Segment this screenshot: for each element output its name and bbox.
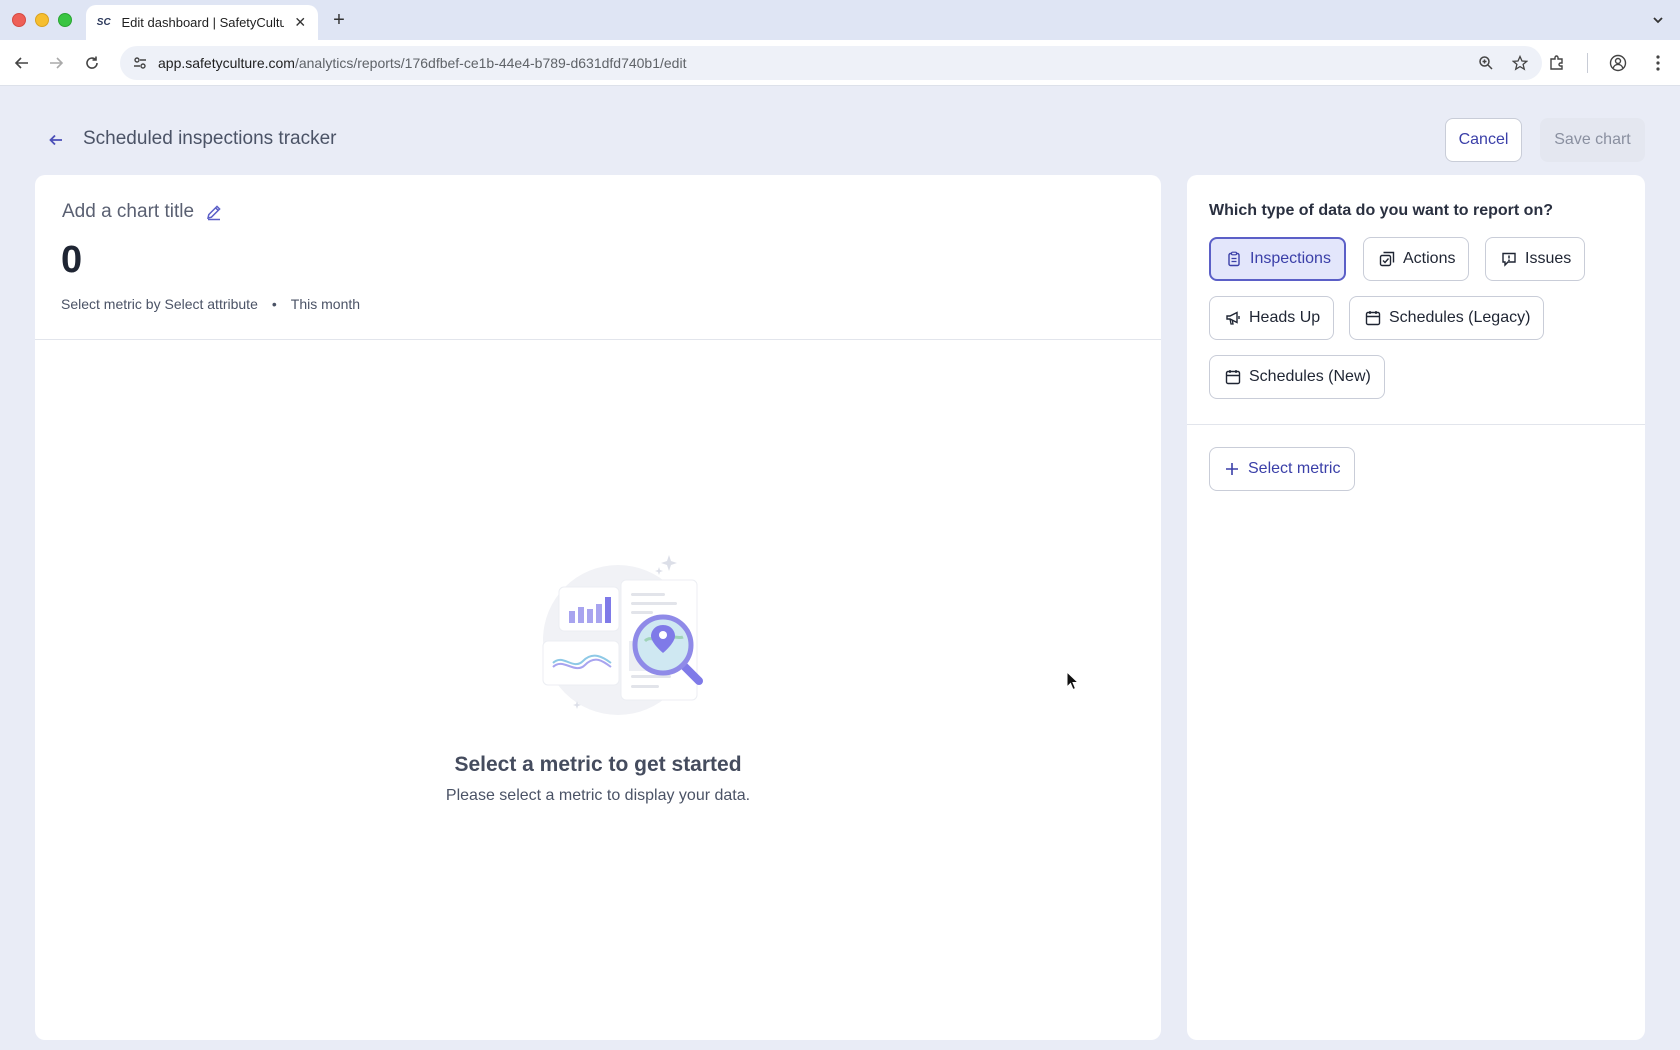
chart-preview-card: Add a chart title 0 Select metric by Sel… xyxy=(35,175,1161,1040)
metric-value: 0 xyxy=(61,239,83,281)
bookmark-star-icon[interactable] xyxy=(1510,53,1530,73)
reload-icon[interactable] xyxy=(80,51,104,75)
data-type-heads-up-button[interactable]: Heads Up xyxy=(1209,296,1335,340)
close-window-button[interactable] xyxy=(12,13,26,27)
cancel-button[interactable]: Cancel xyxy=(1445,118,1522,162)
data-type-label: Actions xyxy=(1403,250,1456,267)
tab-close-icon[interactable]: ✕ xyxy=(292,14,308,31)
zoom-icon[interactable] xyxy=(1476,53,1496,73)
browser-tab-bar: SC Edit dashboard | SafetyCulture ✕ + xyxy=(0,0,1680,40)
megaphone-icon xyxy=(1224,309,1242,327)
clipboard-icon xyxy=(1225,250,1243,268)
empty-state-subtitle: Please select a metric to display your d… xyxy=(445,787,751,804)
save-chart-button[interactable]: Save chart xyxy=(1540,118,1645,162)
maximize-window-button[interactable] xyxy=(58,13,72,27)
chart-title-placeholder[interactable]: Add a chart title xyxy=(62,201,194,223)
calendar-icon xyxy=(1224,368,1242,386)
select-metric-label: Select metric xyxy=(1248,460,1341,477)
data-type-label: Issues xyxy=(1525,250,1572,267)
data-type-schedules-new-button[interactable]: Schedules (New) xyxy=(1209,355,1385,399)
url-text: app.safetyculture.com/analytics/reports/… xyxy=(158,55,687,71)
address-bar[interactable]: app.safetyculture.com/analytics/reports/… xyxy=(120,46,1542,80)
chart-subtitle: Select metric by Select attribute • This… xyxy=(61,296,360,312)
pencil-edit-icon[interactable] xyxy=(204,202,224,222)
data-type-label: Inspections xyxy=(1250,250,1331,267)
data-type-inspections-button[interactable]: Inspections xyxy=(1209,237,1346,281)
data-type-issues-button[interactable]: Issues xyxy=(1485,237,1586,281)
data-type-heading: Which type of data do you want to report… xyxy=(1209,202,1553,219)
checkbox-stack-icon xyxy=(1378,250,1396,268)
back-arrow-icon[interactable] xyxy=(44,128,68,152)
chart-subtitle-metric: Select metric by Select attribute xyxy=(61,296,258,312)
empty-state-title: Select a metric to get started xyxy=(454,753,742,776)
safetyculture-favicon-icon: SC xyxy=(96,17,111,28)
forward-arrow-icon[interactable] xyxy=(44,51,68,75)
card-divider xyxy=(35,339,1161,340)
mouse-cursor-icon xyxy=(1066,671,1080,691)
empty-state-illustration-icon xyxy=(542,555,703,715)
tab-title: Edit dashboard | SafetyCulture xyxy=(121,15,285,30)
tab-search-chevron-icon[interactable] xyxy=(1648,10,1668,30)
data-type-label: Schedules (New) xyxy=(1249,368,1371,385)
chart-subtitle-period: This month xyxy=(290,296,361,312)
select-metric-button[interactable]: Select metric xyxy=(1209,447,1356,491)
panel-divider xyxy=(1187,424,1645,425)
plus-icon xyxy=(1224,461,1240,477)
data-type-actions-button[interactable]: Actions xyxy=(1363,237,1470,281)
alert-bubble-icon xyxy=(1500,250,1518,268)
toolbar-separator xyxy=(1587,53,1588,73)
site-settings-icon[interactable] xyxy=(130,53,150,73)
page-title: Scheduled inspections tracker xyxy=(83,128,337,149)
chart-title-row[interactable]: Add a chart title xyxy=(62,201,224,223)
data-type-label: Schedules (Legacy) xyxy=(1389,309,1531,326)
subtitle-separator: • xyxy=(271,296,277,312)
new-tab-button[interactable]: + xyxy=(328,9,350,31)
browser-tab[interactable]: SC Edit dashboard | SafetyCulture ✕ xyxy=(86,5,318,40)
chart-config-panel: Which type of data do you want to report… xyxy=(1187,175,1645,1040)
calendar-icon xyxy=(1364,309,1382,327)
minimize-window-button[interactable] xyxy=(35,13,49,27)
browser-menu-icon[interactable] xyxy=(1648,53,1668,73)
profile-avatar-icon[interactable] xyxy=(1608,53,1628,73)
browser-toolbar: app.safetyculture.com/analytics/reports/… xyxy=(0,40,1680,86)
data-type-schedules-legacy-button[interactable]: Schedules (Legacy) xyxy=(1349,296,1545,340)
extensions-puzzle-icon[interactable] xyxy=(1547,53,1567,73)
data-type-label: Heads Up xyxy=(1249,309,1321,326)
back-arrow-icon[interactable] xyxy=(10,51,34,75)
